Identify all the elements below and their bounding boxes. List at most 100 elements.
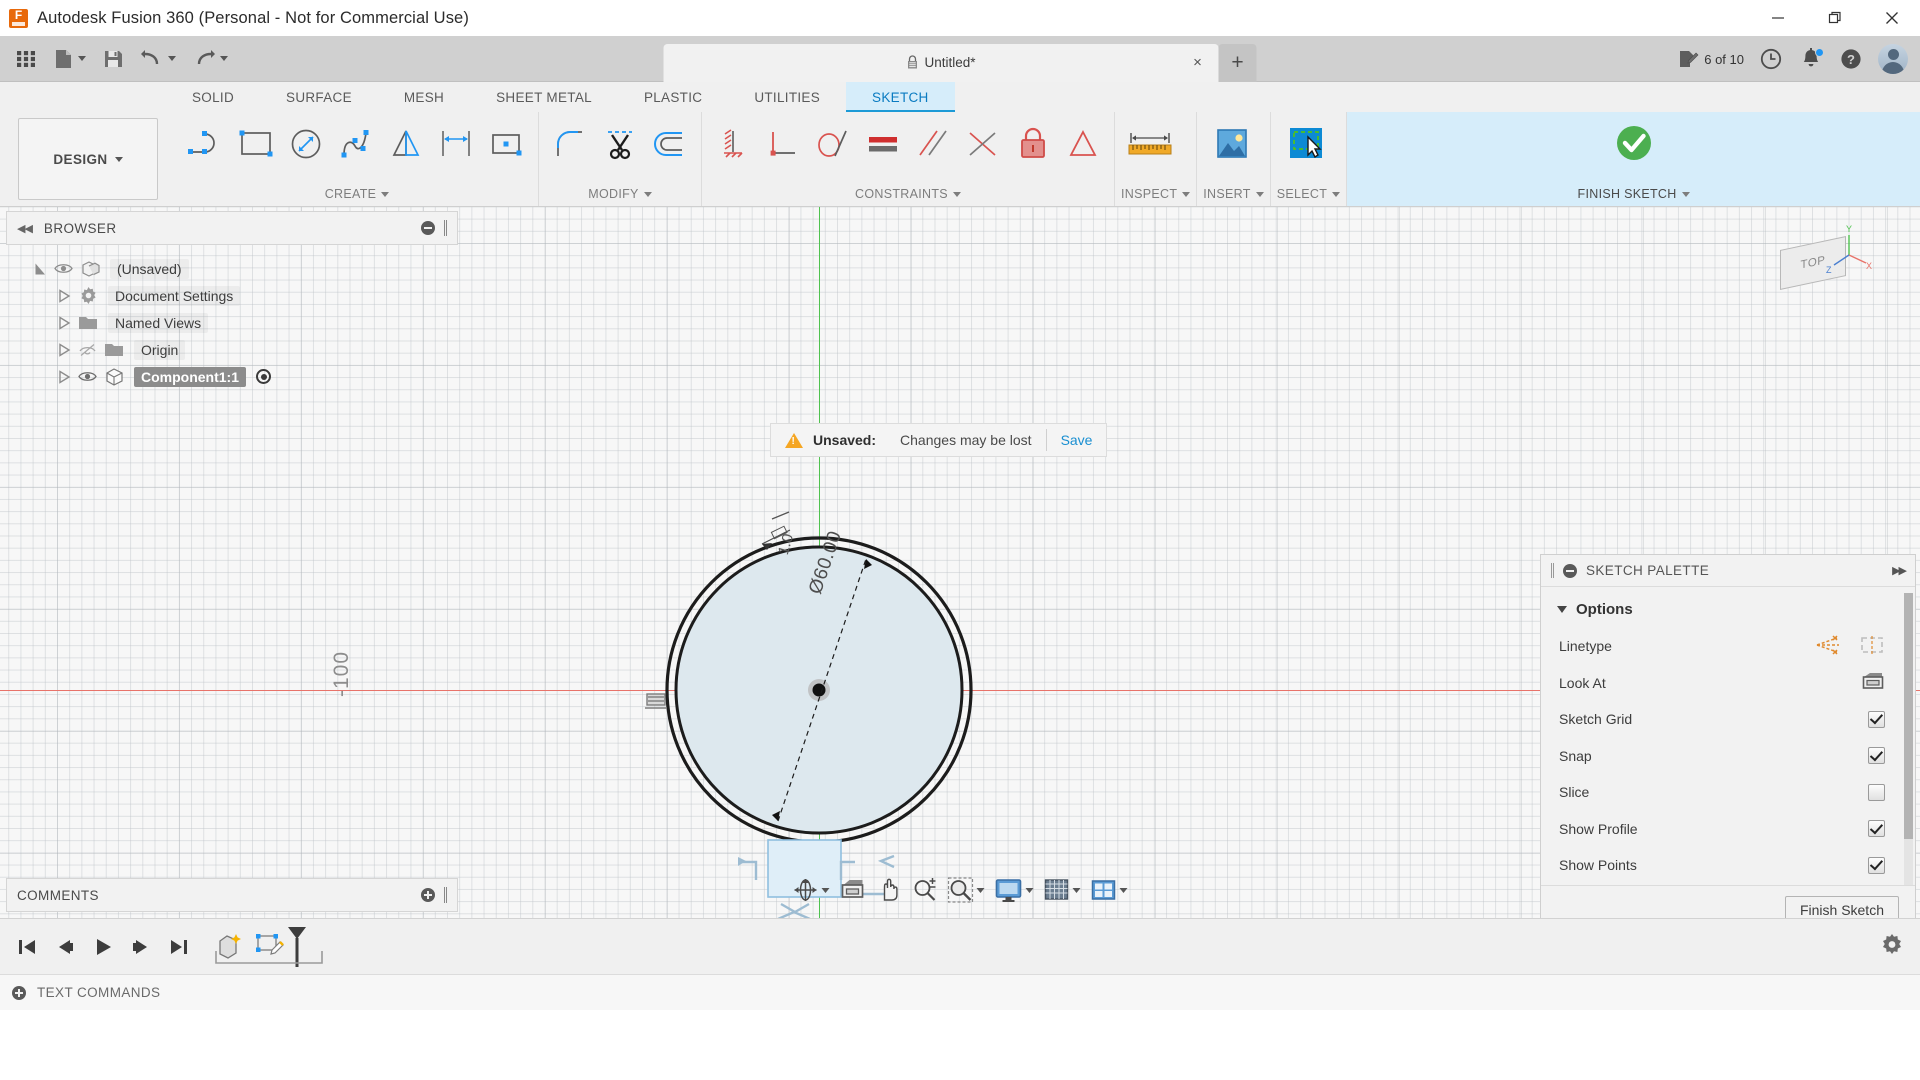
orbit-icon[interactable] bbox=[789, 872, 834, 908]
centerline-icon[interactable] bbox=[1859, 635, 1885, 658]
fillet-icon[interactable] bbox=[545, 117, 595, 171]
show-points-checkbox[interactable] bbox=[1868, 857, 1885, 874]
grid-snaps-icon[interactable] bbox=[1040, 872, 1085, 908]
tab-sketch[interactable]: SKETCH bbox=[846, 82, 955, 112]
workspace-switcher[interactable]: DESIGN bbox=[18, 118, 158, 200]
tangent-icon[interactable] bbox=[808, 117, 858, 171]
palette-row-show-profile[interactable]: Show Profile bbox=[1541, 811, 1915, 848]
go-to-beginning-icon[interactable] bbox=[14, 932, 40, 962]
tab-surface[interactable]: SURFACE bbox=[260, 82, 378, 112]
eye-hidden-icon[interactable] bbox=[74, 343, 100, 357]
clock-icon[interactable] bbox=[1752, 40, 1790, 78]
document-tab[interactable]: Untitled* × bbox=[664, 44, 1219, 82]
new-tab-button[interactable]: + bbox=[1219, 44, 1257, 82]
rectangle-icon[interactable] bbox=[232, 117, 282, 171]
expand-right-icon[interactable]: ▶▶ bbox=[1892, 564, 1905, 577]
dimension-icon[interactable] bbox=[432, 117, 482, 171]
circle-icon[interactable] bbox=[282, 117, 332, 171]
step-back-icon[interactable] bbox=[52, 932, 78, 962]
options-section-header[interactable]: Options bbox=[1541, 595, 1915, 628]
ribbon-group-finish-sketch-label[interactable]: FINISH SKETCH bbox=[1353, 185, 1914, 203]
circle-plus-icon[interactable] bbox=[421, 888, 435, 902]
fix-lock-icon[interactable] bbox=[1008, 117, 1058, 171]
zoom-icon[interactable] bbox=[908, 872, 942, 908]
tree-row-component1[interactable]: Component1:1 bbox=[6, 363, 458, 390]
view-cube[interactable]: TOP Y X Z bbox=[1752, 221, 1872, 325]
text-commands-bar[interactable]: TEXT COMMANDS bbox=[0, 974, 1920, 1010]
panel-grip[interactable] bbox=[1551, 563, 1554, 578]
tab-utilities[interactable]: UTILITIES bbox=[728, 82, 846, 112]
collapse-left-icon[interactable]: ◀◀ bbox=[17, 222, 32, 235]
symmetry-icon[interactable] bbox=[1058, 117, 1108, 171]
go-to-end-icon[interactable] bbox=[166, 932, 192, 962]
step-forward-icon[interactable] bbox=[128, 932, 154, 962]
panel-grip[interactable] bbox=[444, 887, 447, 903]
activate-component-radio[interactable] bbox=[256, 369, 271, 384]
circle-plus-icon[interactable] bbox=[12, 986, 26, 1000]
ribbon-group-constraints-label[interactable]: CONSTRAINTS bbox=[708, 185, 1108, 203]
close-tab-button[interactable]: × bbox=[1189, 54, 1207, 72]
snap-checkbox[interactable] bbox=[1868, 747, 1885, 764]
collapse-arrow-icon[interactable] bbox=[54, 343, 74, 357]
palette-row-show-dimensions[interactable]: Show Dimensions bbox=[1541, 884, 1915, 886]
pan-icon[interactable] bbox=[872, 872, 906, 908]
circle-minus-icon[interactable] bbox=[1563, 564, 1577, 578]
midpoint-icon[interactable] bbox=[958, 117, 1008, 171]
canvas-area[interactable]: Ø60.00 1.0 -100 Unsaved: Changes may be … bbox=[0, 207, 1920, 918]
ribbon-group-modify-label[interactable]: MODIFY bbox=[545, 185, 695, 203]
app-grid-icon[interactable] bbox=[8, 41, 44, 77]
collapse-arrow-icon[interactable] bbox=[54, 316, 74, 330]
save-link[interactable]: Save bbox=[1061, 432, 1093, 448]
ribbon-group-create-label[interactable]: CREATE bbox=[182, 185, 532, 203]
perpendicular-icon[interactable] bbox=[758, 117, 808, 171]
tab-sheet-metal[interactable]: SHEET METAL bbox=[470, 82, 618, 112]
ribbon-group-select-label[interactable]: SELECT bbox=[1277, 185, 1340, 203]
look-at-icon[interactable] bbox=[1861, 671, 1885, 694]
tree-row-document-settings[interactable]: Document Settings bbox=[6, 282, 458, 309]
save-icon[interactable] bbox=[95, 41, 131, 77]
show-profile-checkbox[interactable] bbox=[1868, 820, 1885, 837]
eye-visible-icon[interactable] bbox=[50, 262, 76, 275]
palette-scrollbar[interactable] bbox=[1904, 593, 1913, 885]
equal-icon[interactable] bbox=[858, 117, 908, 171]
insert-image-icon[interactable] bbox=[1203, 117, 1261, 171]
new-file-icon[interactable] bbox=[46, 41, 93, 77]
line-icon[interactable] bbox=[182, 117, 232, 171]
slice-checkbox[interactable] bbox=[1868, 784, 1885, 801]
collapse-arrow-icon[interactable] bbox=[54, 289, 74, 303]
tab-solid[interactable]: SOLID bbox=[166, 82, 260, 112]
trim-scissors-icon[interactable] bbox=[595, 117, 645, 171]
tab-mesh[interactable]: MESH bbox=[378, 82, 470, 112]
expand-arrow-icon[interactable] bbox=[30, 262, 50, 276]
panel-grip[interactable] bbox=[444, 220, 447, 236]
ribbon-group-insert-label[interactable]: INSERT bbox=[1203, 185, 1263, 203]
tree-row-origin[interactable]: Origin bbox=[6, 336, 458, 363]
zoom-window-icon[interactable] bbox=[944, 872, 989, 908]
palette-row-snap[interactable]: Snap bbox=[1541, 738, 1915, 775]
viewports-icon[interactable] bbox=[1087, 872, 1132, 908]
offset-icon[interactable] bbox=[645, 117, 695, 171]
restore-button[interactable] bbox=[1806, 0, 1863, 36]
eye-visible-icon[interactable] bbox=[74, 370, 100, 383]
jobs-status-button[interactable]: 6 of 10 bbox=[1671, 40, 1750, 78]
rectangular-pattern-icon[interactable] bbox=[482, 117, 532, 171]
look-at-icon[interactable] bbox=[836, 872, 870, 908]
comments-panel[interactable]: COMMENTS bbox=[6, 878, 458, 912]
timeline-settings-gear-icon[interactable] bbox=[1880, 932, 1904, 961]
bell-icon[interactable] bbox=[1792, 40, 1830, 78]
tree-row-named-views[interactable]: Named Views bbox=[6, 309, 458, 336]
close-button[interactable] bbox=[1863, 0, 1920, 36]
measure-icon[interactable] bbox=[1121, 117, 1179, 171]
redo-icon[interactable] bbox=[185, 41, 235, 77]
spline-icon[interactable] bbox=[332, 117, 382, 171]
sketch-grid-checkbox[interactable] bbox=[1868, 711, 1885, 728]
palette-row-show-points[interactable]: Show Points bbox=[1541, 847, 1915, 884]
play-icon[interactable] bbox=[90, 932, 116, 962]
ribbon-group-inspect-label[interactable]: INSPECT bbox=[1121, 185, 1190, 203]
select-window-icon[interactable] bbox=[1277, 117, 1335, 171]
tab-plastic[interactable]: PLASTIC bbox=[618, 82, 728, 112]
display-settings-icon[interactable] bbox=[991, 872, 1038, 908]
avatar[interactable] bbox=[1872, 40, 1914, 78]
help-icon[interactable]: ? bbox=[1832, 40, 1870, 78]
minimize-button[interactable] bbox=[1749, 0, 1806, 36]
